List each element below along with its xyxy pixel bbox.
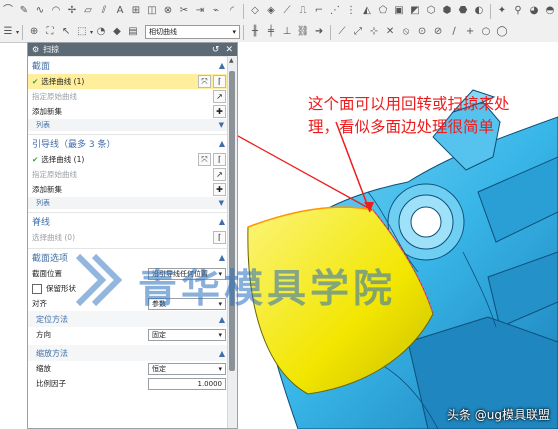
- scale-select[interactable]: 恒定 ▾: [148, 362, 226, 375]
- ratio-row: 比例因子 1.0000: [28, 376, 229, 391]
- annotation-text: 这个面可以用回转或扫掠来处理，看似多面边处理很简单: [308, 95, 510, 136]
- source-credit: 头条 @ug模具联盟: [446, 408, 550, 422]
- guides-list-label: 列表: [36, 199, 50, 207]
- dialog-scrollbar[interactable]: ▲: [227, 56, 237, 428]
- dialog-titlebar[interactable]: ⚙ 扫掠 ↺ ✕: [28, 43, 237, 56]
- scaling-header-label: 缩放方法: [36, 348, 68, 358]
- guides-select-curve-label: 选择曲线 (1): [41, 155, 85, 164]
- dialog-content: 截面 ▲ ✔ 选择曲线 (1) ⤧ ⌈ 指定原始曲线 ↗ 添加新集 ✚ 列表 ▼…: [28, 56, 229, 391]
- curve-rule-icon[interactable]: ⤧: [198, 75, 211, 88]
- chevron-down-icon: ▼: [218, 121, 224, 129]
- scale-row: 缩放 恒定 ▾: [28, 361, 229, 376]
- chevron-up-icon: ▲: [218, 139, 225, 148]
- check-icon: ✔: [32, 155, 39, 164]
- ratio-value: 1.0000: [197, 379, 223, 388]
- direction-value: 固定: [152, 330, 166, 339]
- orientation-header-label: 定位方法: [36, 314, 68, 324]
- add-set-icon[interactable]: ✚: [213, 183, 226, 196]
- guides-header[interactable]: 引导线（最多 3 条） ▲: [28, 134, 229, 152]
- check-icon: ✔: [32, 77, 39, 86]
- chevron-up-icon: ▲: [218, 314, 225, 324]
- gear-icon[interactable]: ⚙: [32, 45, 39, 54]
- chevron-up-icon: ▲: [218, 61, 225, 70]
- section-add-new-set-row[interactable]: 添加新集 ✚: [28, 104, 229, 119]
- guides-specify-origin-row[interactable]: 指定原始曲线 ↗: [28, 167, 229, 182]
- chevron-up-icon: ▲: [218, 217, 225, 226]
- chevron-down-icon: ▾: [218, 330, 222, 339]
- section-header-label: 截面: [32, 62, 51, 72]
- scale-label: 缩放: [36, 364, 51, 373]
- chevron-down-icon: ▼: [218, 199, 224, 207]
- reset-icon[interactable]: ↺: [212, 45, 220, 55]
- sweep-dialog: ⚙ 扫掠 ↺ ✕ 截面 ▲ ✔ 选择曲线 (1) ⤧ ⌈ 指定原始曲线 ↗ 添加…: [27, 42, 238, 429]
- section-add-new-set-label: 添加新集: [32, 107, 62, 116]
- spine-header[interactable]: 脊线 ▲: [28, 212, 229, 230]
- origin-curve-icon[interactable]: ↗: [213, 168, 226, 181]
- origin-curve-icon[interactable]: ↗: [213, 90, 226, 103]
- section-header[interactable]: 截面 ▲: [28, 56, 229, 74]
- section-specify-origin-label: 指定原始曲线: [32, 92, 77, 101]
- guides-add-new-set-label: 添加新集: [32, 185, 62, 194]
- section-select-curve-row[interactable]: ✔ 选择曲线 (1) ⤧ ⌈: [28, 74, 229, 89]
- select-curve-icon[interactable]: ⌈: [213, 231, 226, 244]
- guides-header-label: 引导线（最多 3 条）: [32, 140, 116, 150]
- select-curve-icon[interactable]: ⌈: [213, 75, 226, 88]
- ratio-label: 比例因子: [36, 379, 66, 388]
- direction-select[interactable]: 固定 ▾: [148, 328, 226, 341]
- guides-add-new-set-row[interactable]: 添加新集 ✚: [28, 182, 229, 197]
- section-options-header-label: 截面选项: [32, 254, 69, 264]
- dialog-title: 扫掠: [43, 45, 60, 54]
- guides-select-curve-row[interactable]: ✔ 选择曲线 (1) ⤧ ⌈: [28, 152, 229, 167]
- direction-row: 方向 固定 ▾: [28, 327, 229, 342]
- section-specify-origin-row[interactable]: 指定原始曲线 ↗: [28, 89, 229, 104]
- spine-select-curve-row[interactable]: 选择曲线 (0) ⌈: [28, 230, 229, 245]
- scale-value: 恒定: [152, 364, 166, 373]
- spine-select-curve-label: 选择曲线 (0): [32, 233, 76, 242]
- scaling-header[interactable]: 缩放方法 ▲: [28, 345, 229, 361]
- scrollbar-thumb[interactable]: [229, 71, 235, 371]
- chevron-down-icon: ▾: [218, 364, 222, 373]
- add-set-icon[interactable]: ✚: [213, 105, 226, 118]
- keep-shape-checkbox[interactable]: [32, 283, 42, 294]
- section-select-curve-label: 选择曲线 (1): [41, 77, 85, 86]
- direction-label: 方向: [36, 330, 51, 339]
- curve-rule-icon[interactable]: ⤧: [198, 153, 211, 166]
- spine-header-label: 脊线: [32, 218, 51, 228]
- guides-list-toggle[interactable]: 列表 ▼: [28, 197, 229, 209]
- chevron-up-icon: ▲: [218, 348, 225, 358]
- section-list-label: 列表: [36, 121, 50, 129]
- select-curve-icon[interactable]: ⌈: [213, 153, 226, 166]
- ratio-input[interactable]: 1.0000: [148, 377, 226, 390]
- guides-specify-origin-label: 指定原始曲线: [32, 170, 77, 179]
- watermark-logo: [75, 253, 123, 307]
- watermark-text: 青华模具学院: [138, 267, 397, 312]
- close-icon[interactable]: ✕: [225, 45, 233, 55]
- section-list-toggle[interactable]: 列表 ▼: [28, 119, 229, 131]
- scroll-up-icon[interactable]: ▲: [229, 57, 234, 64]
